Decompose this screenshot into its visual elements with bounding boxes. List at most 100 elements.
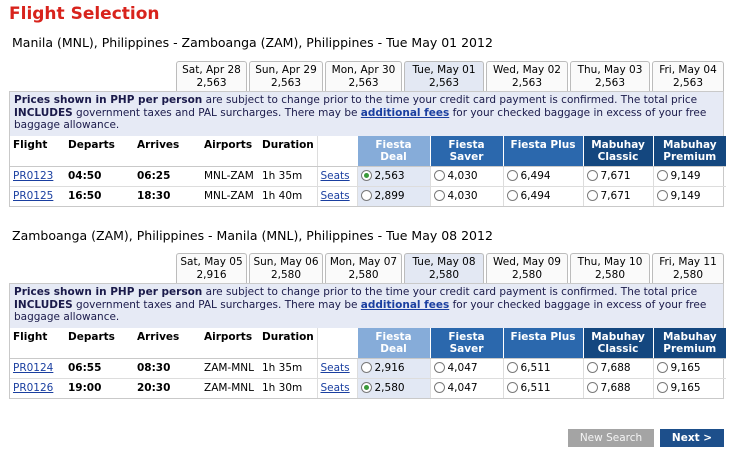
table-row: PR0124 06:55 08:30 ZAM-MNL 1h 35m Seats 2,916 4… <box>10 358 726 379</box>
fare-radio[interactable] <box>360 382 372 394</box>
airports-cell: MNL-ZAM <box>204 190 254 203</box>
date-tab-day: Sat, May 05 <box>180 256 243 268</box>
seats-link[interactable]: Seats <box>321 170 350 182</box>
date-tab[interactable]: Sun, Apr 29 2,563 <box>249 61 323 91</box>
fare-radio[interactable] <box>433 170 445 181</box>
date-tab[interactable]: Fri, May 11 2,580 <box>652 253 724 283</box>
fare-header-line: Mabuhay <box>662 331 717 343</box>
fare-radio[interactable] <box>506 190 518 202</box>
fare-radio[interactable] <box>656 362 668 373</box>
seats-link[interactable]: Seats <box>321 362 350 374</box>
date-tab-day: Mon, Apr 30 <box>331 64 396 76</box>
fare-price: 4,030 <box>447 190 478 203</box>
notice-bold-includes: INCLUDES <box>14 106 73 119</box>
price-notice: Prices shown in PHP per person are subje… <box>10 284 723 328</box>
outbound-flights-table: Flight Departs Arrives Airports Duration Fies… <box>10 136 726 206</box>
fare-radio[interactable] <box>433 190 445 202</box>
fare-price: 9,149 <box>670 190 701 203</box>
fare-header-line: Fiesta <box>448 139 485 151</box>
duration-cell: 1h 30m <box>262 382 303 395</box>
fare-cell: 9,165 <box>652 378 726 398</box>
fare-radio[interactable] <box>586 170 598 181</box>
table-header-row: Flight Departs Arrives Airports Duration Fies… <box>10 328 726 359</box>
fare-radio[interactable] <box>360 170 372 181</box>
fare-radio[interactable] <box>360 362 372 373</box>
fare-radio[interactable] <box>506 362 518 373</box>
date-tab[interactable]: Wed, May 02 2,563 <box>486 61 568 91</box>
column-header-seats <box>316 328 357 359</box>
column-header-departs: Departs <box>65 328 134 359</box>
date-tab-price: 2,580 <box>270 269 302 281</box>
fare-radio[interactable] <box>506 170 518 181</box>
return-flights-table: Flight Departs Arrives Airports Duration Fies… <box>10 328 726 398</box>
date-tab[interactable]: Mon, Apr 30 2,563 <box>325 61 402 91</box>
flight-number-cell: PR0126 <box>10 378 65 398</box>
notice-text: government taxes and PAL surcharges. The… <box>72 106 361 119</box>
notice-text: are subject to change prior to the time … <box>202 286 698 298</box>
next-button[interactable]: Next > <box>660 429 724 447</box>
seats-cell: Seats <box>316 358 357 379</box>
airports-cell: MNL-ZAM <box>201 166 259 187</box>
additional-fees-link[interactable]: additional fees <box>361 299 449 311</box>
fare-cell: 9,149 <box>652 186 726 206</box>
fare-radio[interactable] <box>506 382 518 394</box>
fare-radio[interactable] <box>656 190 668 202</box>
fare-price: 6,511 <box>520 362 551 374</box>
new-search-button[interactable]: New Search <box>568 429 654 447</box>
additional-fees-link[interactable]: additional fees <box>361 107 449 119</box>
date-tab[interactable]: Thu, May 03 2,563 <box>570 61 650 91</box>
fare-price: 9,149 <box>670 170 701 182</box>
fare-header-line: Fiesta <box>448 331 485 343</box>
fare-cell: 2,916 <box>356 358 430 379</box>
date-tab-price: 2,916 <box>196 269 227 281</box>
date-tab[interactable]: Fri, May 04 2,563 <box>652 61 724 91</box>
date-tab[interactable]: Mon, May 07 2,580 <box>325 253 402 283</box>
date-tab[interactable]: Sat, May 05 2,916 <box>176 253 247 283</box>
fare-price: 4,030 <box>447 170 478 182</box>
fare-header-line: Saver <box>449 343 484 355</box>
date-tab-day: Fri, May 04 <box>659 64 717 76</box>
fare-radio[interactable] <box>360 190 372 202</box>
date-tab-day: Tue, May 01 <box>412 64 476 76</box>
fare-header-line: Fiesta Plus <box>510 331 576 343</box>
fare-radio[interactable] <box>586 190 598 202</box>
fare-price: 6,494 <box>520 190 551 203</box>
airports-cell: ZAM-MNL <box>204 382 254 395</box>
date-tab[interactable]: Tue, May 08 2,580 <box>404 253 484 283</box>
fare-price: 2,563 <box>374 170 405 182</box>
fare-header-line: Mabuhay <box>591 331 645 343</box>
flight-number-cell: PR0125 <box>10 186 65 206</box>
fare-header: Fiesta Saver <box>429 136 503 167</box>
fare-radio[interactable] <box>433 382 445 394</box>
fare-header: Mabuhay Classic <box>582 328 653 359</box>
date-tab-price: 2,563 <box>270 77 302 89</box>
flight-number-link[interactable]: PR0124 <box>13 362 53 374</box>
fare-radio[interactable] <box>656 382 668 394</box>
flight-number-link[interactable]: PR0125 <box>13 190 53 202</box>
fare-header: Mabuhay Premium <box>652 136 726 167</box>
date-tab-day: Fri, May 11 <box>659 256 717 268</box>
flight-number-link[interactable]: PR0123 <box>13 170 53 182</box>
fare-radio[interactable] <box>586 362 598 373</box>
fare-radio[interactable] <box>433 362 445 373</box>
fare-radio[interactable] <box>586 382 598 394</box>
date-tab[interactable]: Sun, May 06 2,580 <box>249 253 323 283</box>
seats-link[interactable]: Seats <box>321 382 350 394</box>
fare-header-line: Premium <box>663 343 717 355</box>
fare-cell: 9,149 <box>652 166 726 187</box>
departs-cell: 19:00 <box>68 382 102 395</box>
fare-cell: 4,047 <box>429 378 503 398</box>
date-tab[interactable]: Wed, May 09 2,580 <box>486 253 568 283</box>
fare-cell: 2,899 <box>356 186 430 206</box>
fare-radio[interactable] <box>656 170 668 181</box>
date-tab[interactable]: Thu, May 10 2,580 <box>570 253 650 283</box>
date-tab[interactable]: Tue, May 01 2,563 <box>404 61 484 91</box>
notice-bold-currency: Prices shown in PHP per person <box>14 94 203 106</box>
seats-link[interactable]: Seats <box>321 190 350 202</box>
date-tab[interactable]: Sat, Apr 28 2,563 <box>176 61 247 91</box>
fare-cell: 6,494 <box>502 186 583 206</box>
date-tab-day: Sun, May 06 <box>253 256 319 268</box>
return-flight-section: Prices shown in PHP per person are subje… <box>9 283 726 399</box>
fare-cell: 4,030 <box>429 186 503 206</box>
flight-number-link[interactable]: PR0126 <box>13 382 53 394</box>
